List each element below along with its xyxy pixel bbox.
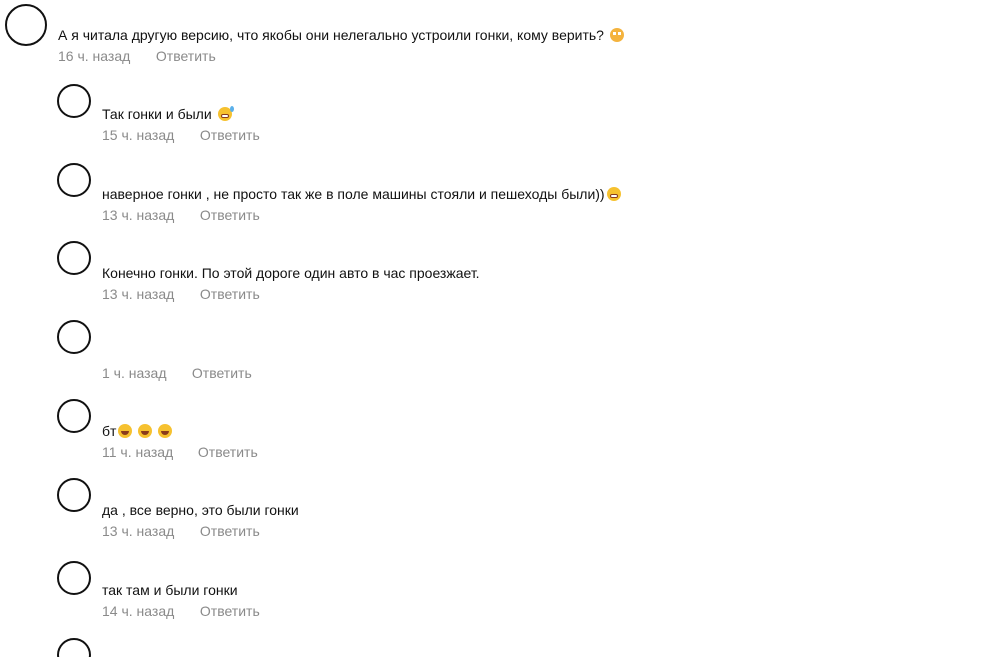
reply-button[interactable]: Ответить bbox=[156, 48, 216, 64]
reply-button[interactable]: Ответить bbox=[192, 365, 252, 381]
comment-meta: 13 ч. назад Ответить bbox=[102, 207, 260, 223]
comment-meta: 15 ч. назад Ответить bbox=[102, 127, 260, 143]
avatar[interactable] bbox=[57, 320, 91, 354]
comment-time: 13 ч. назад bbox=[102, 207, 175, 223]
reply-button[interactable]: Ответить bbox=[200, 207, 260, 223]
comment-text-content: бт bbox=[102, 423, 117, 439]
reply-button[interactable]: Ответить bbox=[200, 127, 260, 143]
comment-text: наверное гонки , не просто так же в поле… bbox=[102, 186, 621, 202]
comment-meta: 14 ч. назад Ответить bbox=[102, 603, 260, 619]
comment-time: 11 ч. назад bbox=[102, 444, 174, 460]
comment-meta: 13 ч. назад Ответить bbox=[102, 286, 260, 302]
avatar[interactable] bbox=[57, 638, 91, 657]
comment-text-content: Конечно гонки. По этой дороге один авто … bbox=[102, 265, 480, 281]
comment-text: Конечно гонки. По этой дороге один авто … bbox=[102, 265, 480, 281]
comment-text: Так гонки и были bbox=[102, 106, 234, 122]
comments-thread: А я читала другую версию, что якобы они … bbox=[0, 0, 985, 657]
comment-text: А я читала другую версию, что якобы они … bbox=[58, 27, 624, 43]
comment-text-content: наверное гонки , не просто так же в поле… bbox=[102, 186, 605, 202]
reply-button[interactable]: Ответить bbox=[200, 523, 260, 539]
avatar[interactable] bbox=[57, 399, 91, 433]
reply-button[interactable]: Ответить bbox=[200, 603, 260, 619]
comment-text-content: так там и были гонки bbox=[102, 582, 238, 598]
comment-time: 14 ч. назад bbox=[102, 603, 175, 619]
comment-text: да , все верно, это были гонки bbox=[102, 502, 299, 518]
avatar[interactable] bbox=[5, 4, 47, 46]
comment-text-content: А я читала другую версию, что якобы они … bbox=[58, 27, 604, 43]
avatar[interactable] bbox=[57, 163, 91, 197]
comment-time: 13 ч. назад bbox=[102, 286, 175, 302]
grinning-sweat-face-icon bbox=[217, 106, 234, 121]
comment-text: бт bbox=[102, 423, 173, 439]
avatar[interactable] bbox=[57, 84, 91, 118]
comment-time: 1 ч. назад bbox=[102, 365, 167, 381]
reply-button[interactable]: Ответить bbox=[200, 286, 260, 302]
tears-of-joy-face-icon bbox=[118, 424, 133, 438]
comment-time: 13 ч. назад bbox=[102, 523, 175, 539]
grimacing-face-icon bbox=[606, 187, 621, 201]
comment-time: 16 ч. назад bbox=[58, 48, 131, 64]
comment-meta: 13 ч. назад Ответить bbox=[102, 523, 260, 539]
tears-of-joy-face-icon bbox=[158, 424, 173, 438]
avatar[interactable] bbox=[57, 478, 91, 512]
comment-meta: 11 ч. назад Ответить bbox=[102, 444, 258, 460]
comment-meta: 16 ч. назад Ответить bbox=[58, 48, 216, 64]
flushed-face-icon bbox=[609, 28, 624, 42]
tears-of-joy-face-icon bbox=[138, 424, 153, 438]
avatar[interactable] bbox=[57, 561, 91, 595]
comment-text-content: Так гонки и были bbox=[102, 106, 212, 122]
avatar[interactable] bbox=[57, 241, 91, 275]
comment-time: 15 ч. назад bbox=[102, 127, 175, 143]
comment-text-content: да , все верно, это были гонки bbox=[102, 502, 299, 518]
comment-meta: 1 ч. назад Ответить bbox=[102, 365, 252, 381]
reply-button[interactable]: Ответить bbox=[198, 444, 258, 460]
comment-text: так там и были гонки bbox=[102, 582, 238, 598]
